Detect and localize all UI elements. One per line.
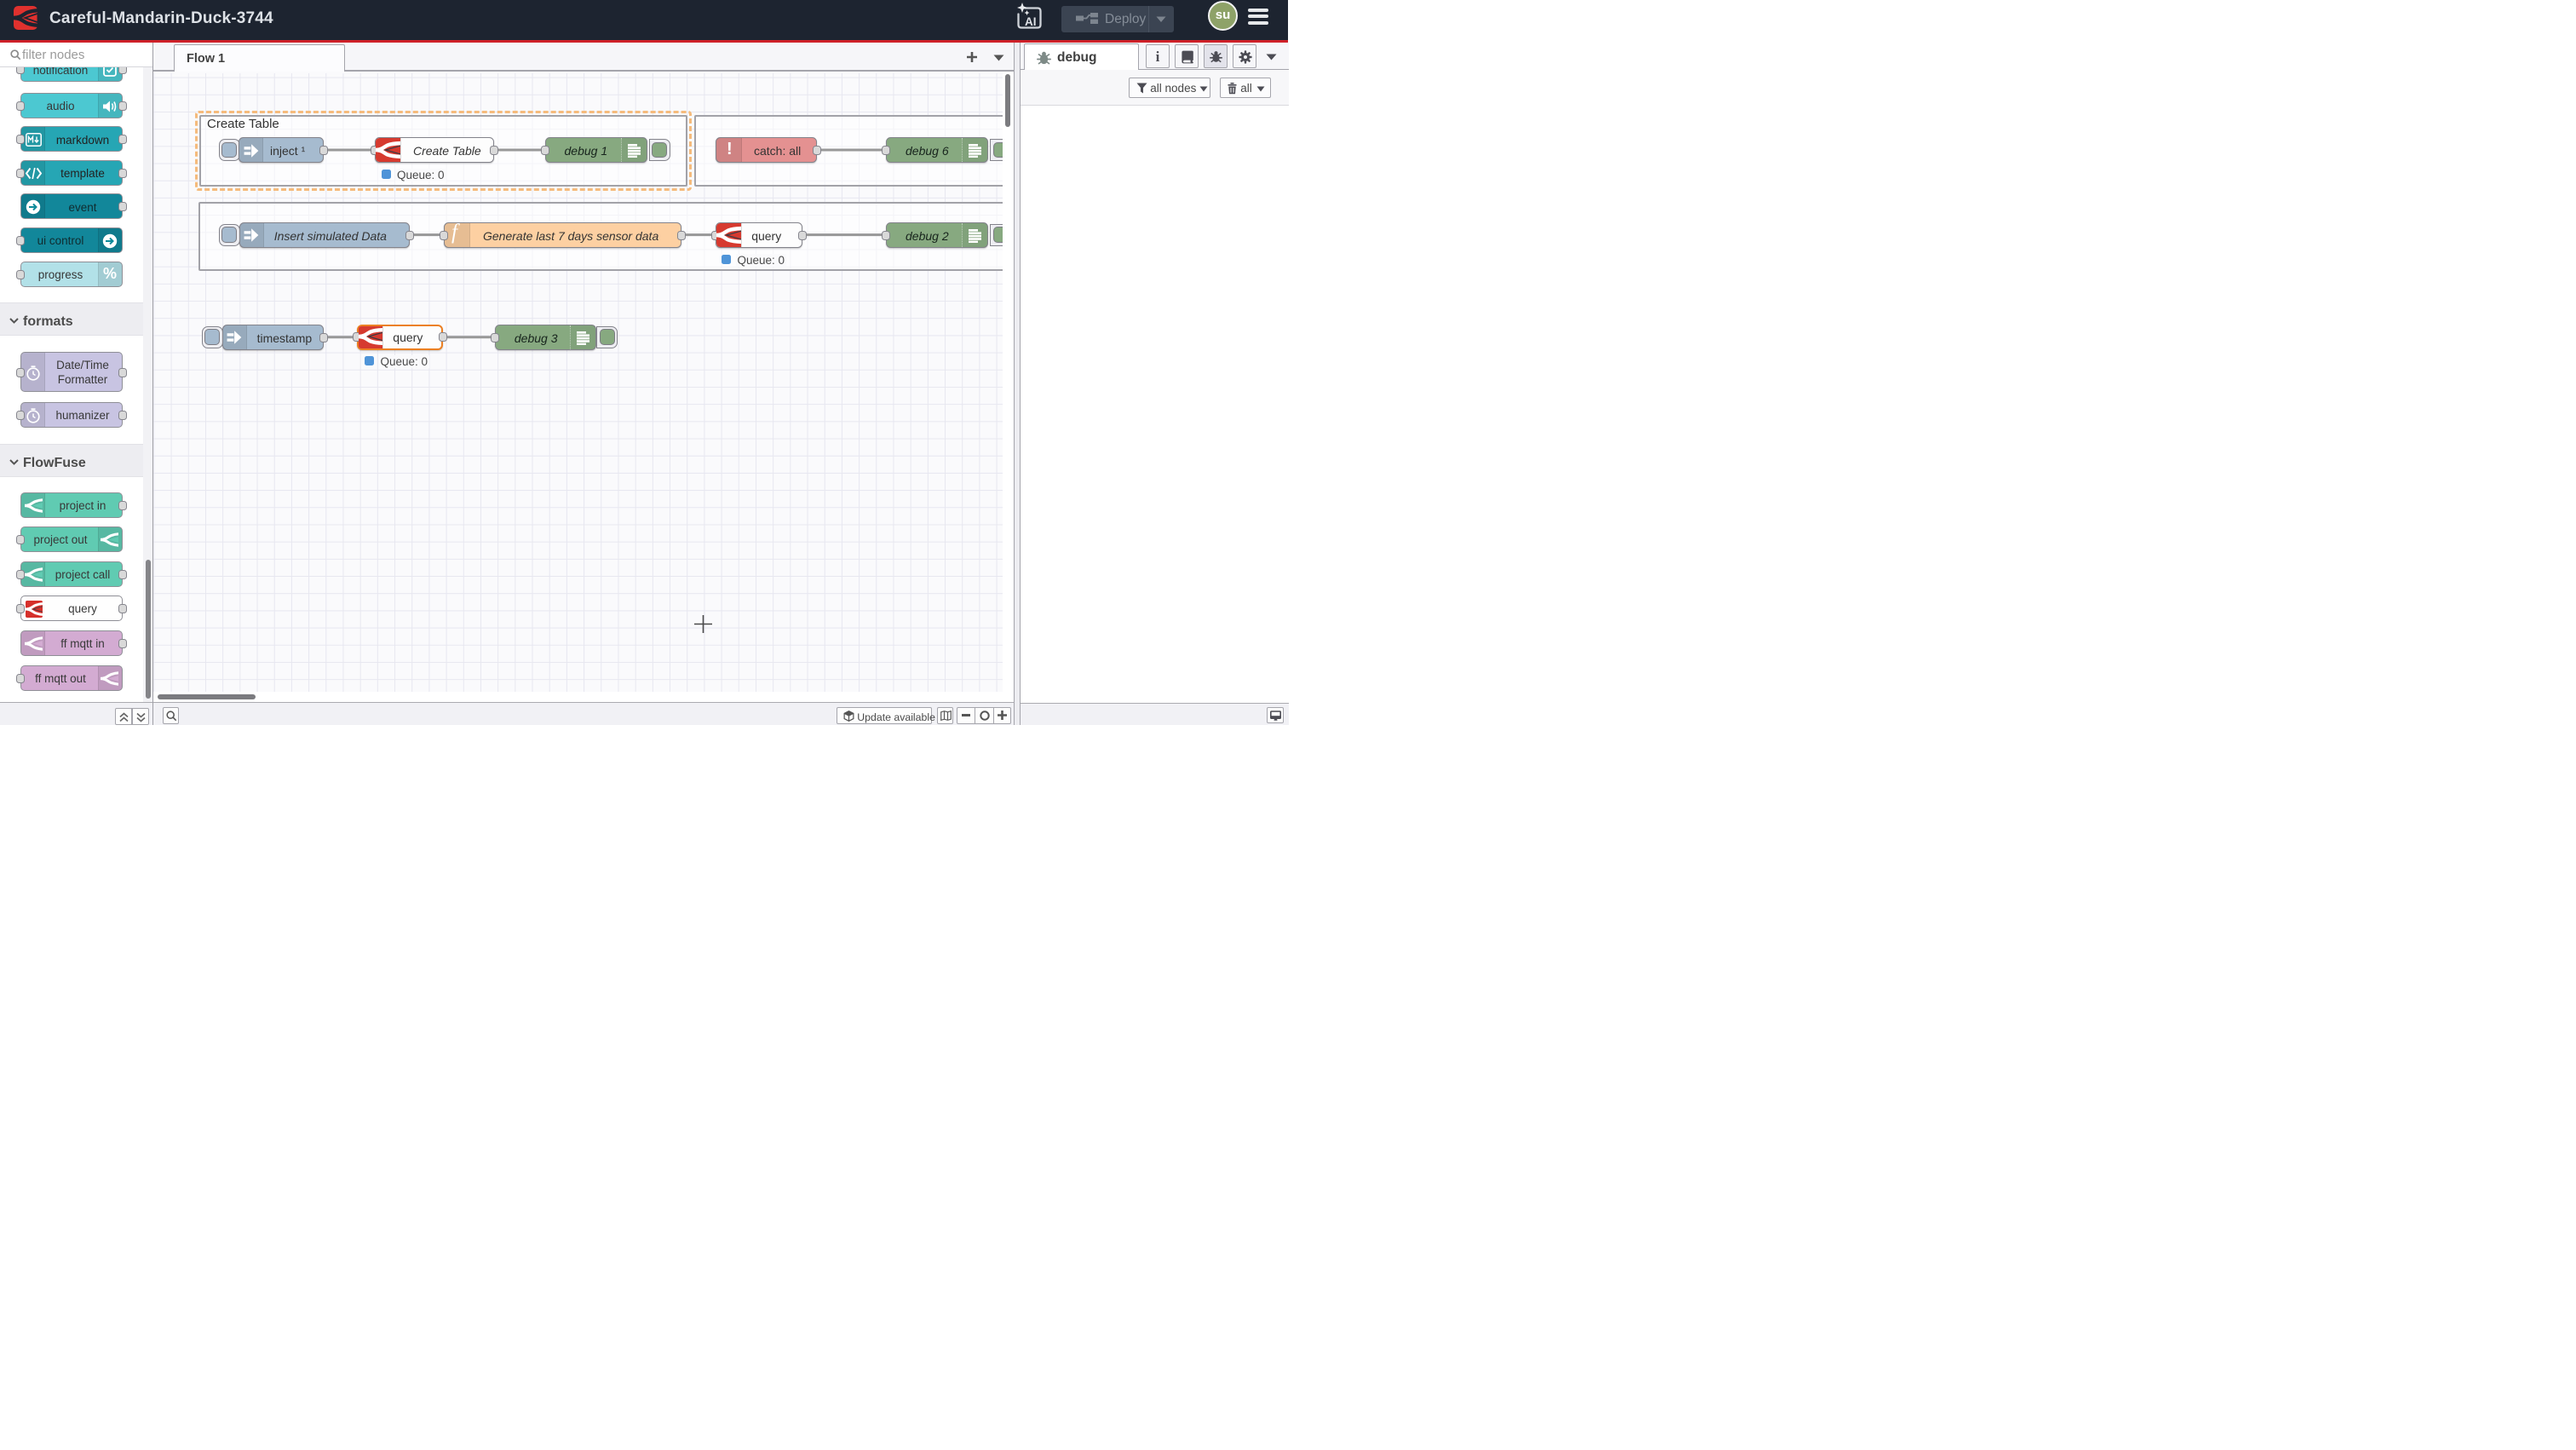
svg-text:AI: AI	[1025, 15, 1037, 28]
